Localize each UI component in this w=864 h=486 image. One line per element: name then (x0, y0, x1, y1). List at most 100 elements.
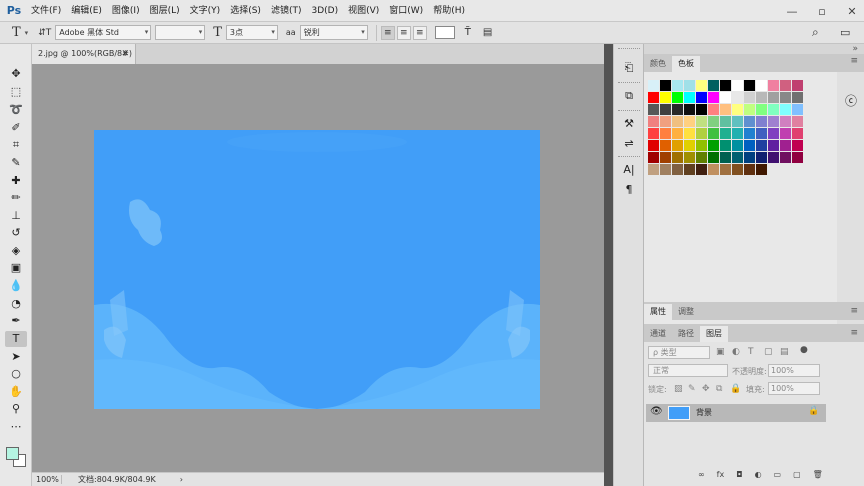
move-tool-icon[interactable]: ✥ (5, 66, 27, 82)
adjustment-layer-icon[interactable]: ◐ (755, 470, 762, 486)
align-right-button[interactable]: ≡ (412, 25, 427, 40)
filter-adjustment-icon[interactable]: ◐ (732, 347, 740, 357)
document-tab[interactable]: 2.jpg @ 100%(RGB/8#) ✕ (32, 44, 136, 64)
swatch[interactable] (768, 116, 779, 127)
swatch[interactable] (672, 152, 683, 163)
history-icon[interactable]: ⎗ (621, 60, 637, 76)
tab-swatches[interactable]: 色板 (672, 56, 700, 72)
healing-tool-icon[interactable]: ✚ (5, 173, 27, 189)
swatch[interactable] (780, 92, 791, 103)
swatch[interactable] (732, 152, 743, 163)
swatch[interactable] (708, 116, 719, 127)
swatch[interactable] (720, 164, 731, 175)
more-tools-icon[interactable]: ⋯ (5, 419, 27, 435)
panel-menu-icon[interactable]: ≡ (850, 328, 858, 338)
add-mask-icon[interactable]: ◘ (736, 470, 742, 486)
swatch[interactable] (744, 116, 755, 127)
swatch[interactable] (696, 80, 707, 91)
menu-item[interactable]: 3D(D) (306, 0, 343, 22)
text-orientation-icon[interactable]: ⇵T (38, 28, 51, 38)
swatch[interactable] (744, 140, 755, 151)
swatch[interactable] (696, 128, 707, 139)
swatch[interactable] (684, 140, 695, 151)
swatch[interactable] (720, 152, 731, 163)
delete-layer-icon[interactable]: 🗑 (813, 470, 823, 486)
swatch[interactable] (660, 152, 671, 163)
swatch[interactable] (732, 128, 743, 139)
lock-position-icon[interactable]: ✥ (702, 384, 710, 394)
gradient-tool-icon[interactable]: ▣ (5, 260, 27, 276)
swatch[interactable] (696, 116, 707, 127)
swatch[interactable] (792, 116, 803, 127)
dock-grip[interactable] (618, 110, 640, 112)
swatch[interactable] (744, 164, 755, 175)
swatch[interactable] (660, 104, 671, 115)
lock-transparent-icon[interactable]: ▨ (674, 384, 683, 394)
swatch[interactable] (792, 80, 803, 91)
swatch[interactable] (708, 128, 719, 139)
character-panel-icon[interactable]: ▤ (483, 27, 492, 38)
swatch[interactable] (672, 92, 683, 103)
tab-properties[interactable]: 属性 (644, 304, 672, 320)
warp-text-icon[interactable]: T̃ (465, 27, 471, 38)
menu-item[interactable]: 视图(V) (343, 0, 384, 22)
swatch[interactable] (696, 152, 707, 163)
shape-tool-icon[interactable]: ○ (5, 366, 27, 382)
swatch[interactable] (744, 104, 755, 115)
align-center-button[interactable]: ≡ (396, 25, 411, 40)
pen-tool-icon[interactable]: ✒ (5, 313, 27, 329)
swatch[interactable] (744, 152, 755, 163)
swatch[interactable] (720, 92, 731, 103)
swatch[interactable] (708, 152, 719, 163)
swatch[interactable] (744, 80, 755, 91)
swatch[interactable] (756, 116, 767, 127)
swatch[interactable] (660, 80, 671, 91)
swatch[interactable] (780, 128, 791, 139)
swatch[interactable] (756, 92, 767, 103)
swatch[interactable] (648, 152, 659, 163)
lock-pixels-icon[interactable]: ✎ (688, 384, 696, 394)
canvas-area[interactable] (32, 64, 604, 472)
swatch[interactable] (780, 140, 791, 151)
swatch[interactable] (732, 116, 743, 127)
filter-pixel-icon[interactable]: ▣ (716, 347, 725, 357)
antialias-select[interactable]: 锐利 ▾ (299, 25, 368, 40)
zoom-field[interactable]: 100% (32, 475, 62, 484)
opacity-field[interactable]: 100% (768, 364, 820, 377)
font-family-select[interactable]: Adobe 黑体 Std ▾ (55, 25, 152, 40)
blur-tool-icon[interactable]: 💧 (5, 278, 27, 294)
blend-mode-select[interactable]: 正常 (648, 364, 728, 377)
filter-type-icon[interactable]: T (748, 347, 754, 357)
layer-filter-select[interactable]: ρ 类型 (648, 346, 710, 359)
menu-item[interactable]: 帮助(H) (428, 0, 470, 22)
artboard-image[interactable] (94, 130, 540, 409)
menu-item[interactable]: 文字(Y) (185, 0, 226, 22)
swatch[interactable] (648, 164, 659, 175)
swatch[interactable] (672, 140, 683, 151)
layer-row[interactable]: 👁 背景 🔒 (646, 404, 826, 422)
menu-item[interactable]: 图层(L) (145, 0, 185, 22)
swatch[interactable] (720, 116, 731, 127)
minimize-button[interactable]: — (784, 5, 800, 18)
swatch[interactable] (756, 164, 767, 175)
paragraph-icon[interactable]: ¶ (621, 182, 637, 198)
tab-channels[interactable]: 通道 (644, 326, 672, 342)
swatch[interactable] (660, 116, 671, 127)
search-icon[interactable]: ⌕ (812, 25, 819, 40)
swatch[interactable] (756, 152, 767, 163)
tab-color[interactable]: 颜色 (644, 56, 672, 72)
swatch[interactable] (792, 140, 803, 151)
swatch[interactable] (732, 140, 743, 151)
swatch[interactable] (672, 164, 683, 175)
swatch[interactable] (648, 140, 659, 151)
swatch[interactable] (720, 140, 731, 151)
swatch[interactable] (768, 92, 779, 103)
swatch[interactable] (684, 128, 695, 139)
dock-grip[interactable] (618, 156, 640, 158)
lock-all-icon[interactable]: 🔒 (730, 384, 741, 394)
swatch[interactable] (756, 140, 767, 151)
eraser-tool-icon[interactable]: ◈ (5, 243, 27, 259)
filter-smart-icon[interactable]: ▤ (780, 347, 789, 357)
swatch[interactable] (708, 92, 719, 103)
dock-grip[interactable] (618, 48, 640, 50)
